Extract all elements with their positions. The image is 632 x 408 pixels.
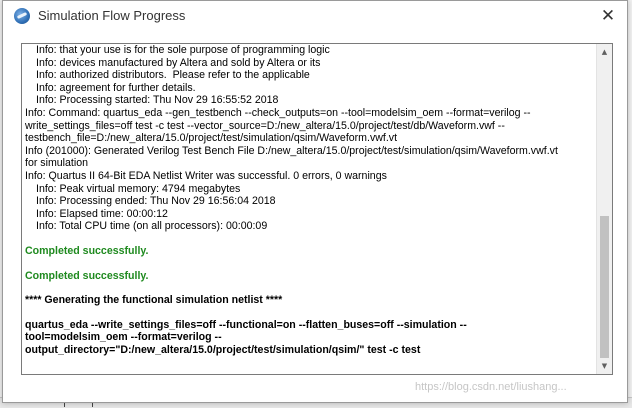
log-line: Info (201000): Generated Verilog Test Be… — [25, 144, 558, 157]
log-line: Info: Peak virtual memory: 4794 megabyte… — [36, 182, 241, 195]
log-line: Info: Command: quartus_eda --gen_testben… — [25, 106, 531, 119]
log-line: Info: authorized distributors. Please re… — [36, 69, 310, 82]
log-line: Info: Quartus II 64-Bit EDA Netlist Writ… — [25, 169, 387, 182]
window-title: Simulation Flow Progress — [38, 8, 186, 23]
log-line: for simulation — [25, 157, 88, 170]
command-line: quartus_eda --write_settings_files=off -… — [25, 318, 467, 331]
log-line: Info: that your use is for the sole purp… — [36, 44, 330, 56]
close-button[interactable]: ✕ — [597, 5, 619, 27]
simulation-flow-progress-dialog: Simulation Flow Progress ✕ Info: that yo… — [2, 0, 628, 403]
log-line: Info: agreement for further details. — [36, 81, 196, 94]
log-line: Info: Processing ended: Thu Nov 29 16:56… — [36, 195, 276, 208]
scrollbar-thumb[interactable] — [600, 216, 609, 358]
success-message: Completed successfully. — [25, 269, 149, 282]
success-message: Completed successfully. — [25, 244, 149, 257]
log-line: write_settings_files=off test -c test --… — [25, 119, 505, 132]
log-text: Info: that your use is for the sole purp… — [25, 44, 595, 356]
command-line: output_directory="D:/new_altera/15.0/pro… — [25, 343, 421, 356]
vertical-scrollbar[interactable]: ▲ ▼ — [596, 44, 612, 374]
scroll-up-arrow-icon[interactable]: ▲ — [597, 44, 612, 60]
log-output-panel[interactable]: Info: that your use is for the sole purp… — [21, 43, 613, 375]
section-heading: **** Generating the functional simulatio… — [25, 294, 283, 307]
log-line: testbench_file=D:/new_altera/15.0/projec… — [25, 132, 398, 145]
scroll-down-arrow-icon[interactable]: ▼ — [597, 358, 612, 374]
log-line: Info: devices manufactured by Altera and… — [36, 56, 321, 69]
command-line: tool=modelsim_oem --format=verilog -- — [25, 331, 222, 344]
title-bar[interactable]: Simulation Flow Progress ✕ — [3, 1, 627, 32]
log-line: Info: Processing started: Thu Nov 29 16:… — [36, 94, 279, 107]
log-line: Info: Elapsed time: 00:00:12 — [36, 207, 168, 220]
watermark: https://blog.csdn.net/liushang... — [415, 381, 567, 393]
log-line: Info: Total CPU time (on all processors)… — [36, 220, 268, 233]
quartus-app-icon — [14, 8, 30, 24]
